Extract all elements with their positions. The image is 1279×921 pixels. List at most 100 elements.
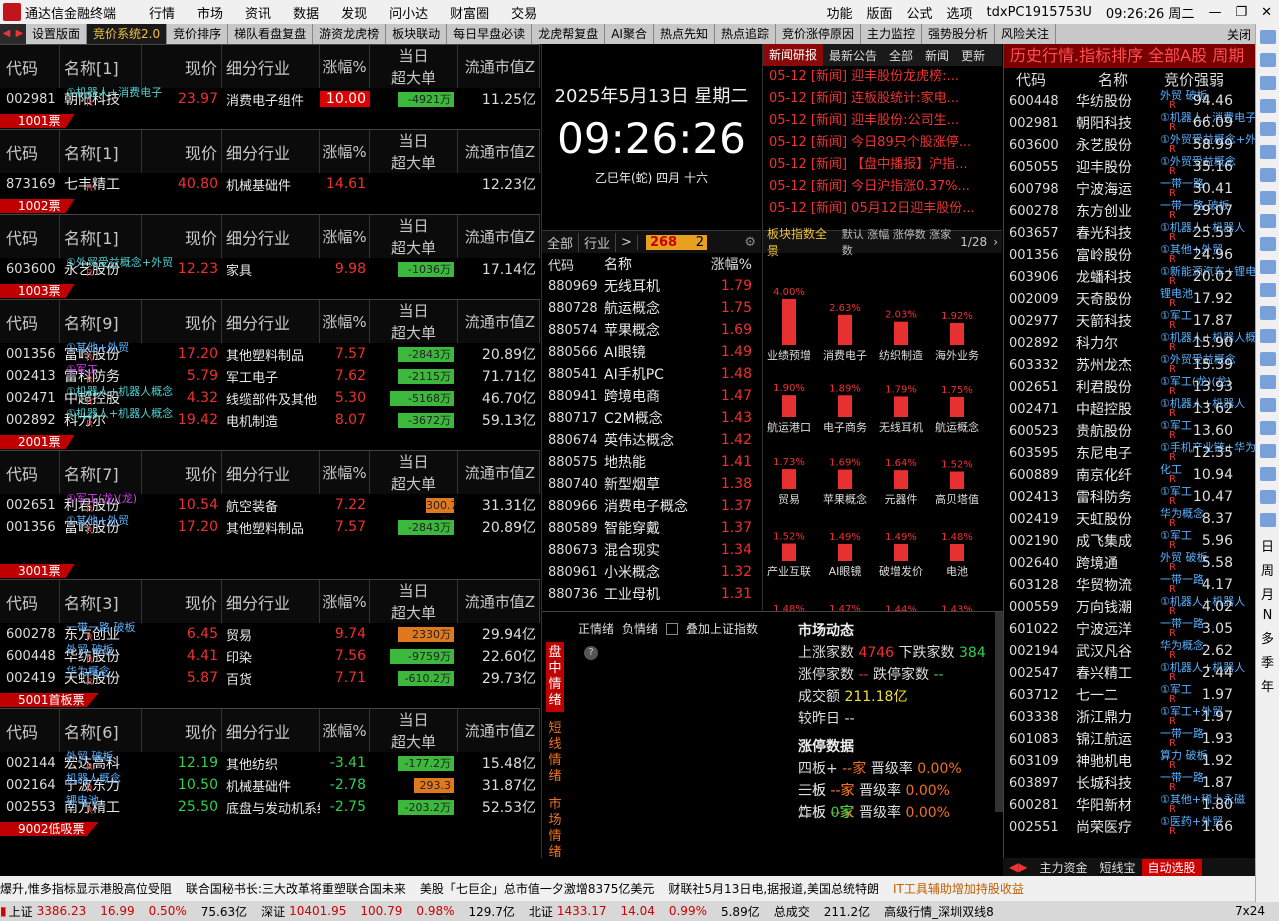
toolbar-tool-icon[interactable]	[1259, 352, 1276, 366]
history-row[interactable]: 002547 春兴精工 ①机器人+机器人 R 2.44	[1004, 661, 1255, 684]
title-right-item[interactable]: 选项	[947, 3, 973, 22]
restore-icon[interactable]: ❐	[1235, 5, 1247, 20]
group-label[interactable]: 9002低吸票	[0, 822, 540, 836]
column-header[interactable]: 当日 超大单	[370, 45, 458, 88]
sector-row[interactable]: 880541 AI手机PC 1.48	[542, 363, 761, 385]
menu-item[interactable]: 交易	[511, 7, 537, 22]
toolbar-tool-icon[interactable]	[1259, 30, 1276, 44]
column-header[interactable]: 细分行业	[222, 215, 320, 258]
column-header[interactable]: 现价	[142, 580, 222, 623]
table-row[interactable]: 603600 永艺股份 ①外贸受益概念+外贸 R 12.23 家具 9.98 -1036万 17…	[0, 256, 540, 280]
column-header[interactable]: 代码	[0, 580, 60, 623]
news-item[interactable]: 05-12 [新闻] 今日沪指涨0.37%...	[763, 176, 1002, 198]
column-header[interactable]: 流通市值Z	[458, 45, 540, 88]
toolbar-tool-icon[interactable]	[1259, 375, 1276, 389]
close-icon[interactable]: ✕	[1261, 5, 1272, 20]
group-label[interactable]: 5001首板票	[0, 693, 540, 707]
sector-row[interactable]: 880728 航运概念 1.75	[542, 297, 761, 319]
period-button[interactable]: N	[1256, 608, 1279, 623]
column-header[interactable]: 流通市值Z	[458, 300, 540, 343]
column-header[interactable]: 细分行业	[222, 130, 320, 173]
news-item[interactable]: 05-12 [新闻] 迎丰股份龙虎榜:...	[763, 66, 1002, 88]
layout-tab[interactable]: 梯队看盘复盘	[228, 24, 314, 44]
toolbar-tool-icon[interactable]	[1259, 122, 1276, 136]
sector-row[interactable]: 880673 混合现实 1.34	[542, 539, 761, 561]
news-item[interactable]: 05-12 [新闻] 迎丰股份:公司生...	[763, 110, 1002, 132]
tab-more[interactable]: >	[616, 234, 638, 250]
column-header[interactable]: 代码	[0, 215, 60, 258]
history-row[interactable]: 603595 东尼电子 ①手机产业链+华为 R 12.35	[1004, 441, 1256, 464]
sector-row[interactable]: 880740 新型烟草 1.38	[542, 473, 761, 495]
layout-tab[interactable]: 游资龙虎榜	[313, 24, 387, 44]
toolbar-tool-icon[interactable]	[1259, 398, 1276, 412]
title-right-item[interactable]: 公式	[907, 3, 933, 22]
column-header[interactable]: 涨幅%	[320, 580, 370, 623]
column-header[interactable]: 代码	[0, 300, 60, 343]
column-header[interactable]: 当日 超大单	[370, 451, 458, 494]
toolbar-tool-icon[interactable]	[1259, 145, 1276, 159]
toolbar-tool-icon[interactable]	[1259, 53, 1276, 67]
column-header[interactable]: 名称[1]	[60, 130, 142, 173]
toolbar-tool-icon[interactable]	[1259, 260, 1276, 274]
layout-tab[interactable]: 竞价涨停原因	[776, 24, 861, 44]
title-right-item[interactable]: tdxPC1915753U	[987, 5, 1092, 20]
period-button[interactable]: 日	[1256, 536, 1279, 555]
layout-tab[interactable]: 强势股分析	[922, 24, 996, 44]
period-button[interactable]: 年	[1256, 676, 1279, 695]
table-row[interactable]: 002419 天虹股份 华为概念 R 5.87 百货 7.71 -610.2万 29.73亿	[0, 665, 540, 689]
col-code[interactable]: 代码	[1004, 69, 1076, 90]
menu-item[interactable]: 问小达	[389, 7, 428, 22]
toolbar-tool-icon[interactable]	[1259, 168, 1276, 182]
column-header[interactable]: 当日 超大单	[370, 300, 458, 343]
sector-bar[interactable]	[782, 469, 796, 489]
column-header[interactable]: 涨幅%	[320, 215, 370, 258]
column-header[interactable]: 代码	[0, 709, 60, 752]
tabs-close-button[interactable]: 关闭	[1227, 26, 1255, 43]
table-row[interactable]: 001356 富岭股份 ①其他+外贸 R 17.20 其他塑料制品 7.57 -2843万 20…	[0, 514, 540, 538]
sector-bar[interactable]	[838, 469, 852, 489]
menu-item[interactable]: 市场	[197, 7, 223, 22]
ticker-item[interactable]: 爆升,惟多指标显示港股高位受阻	[0, 880, 172, 897]
news-item[interactable]: 05-12 [新闻] 05月12日迎丰股份...	[763, 198, 1002, 220]
column-header[interactable]: 现价	[142, 300, 222, 343]
table-row[interactable]: 002981 朝阳科技 ①机器人+消费电子 R 23.97 消费电子组件 10.00 -492…	[0, 86, 540, 110]
period-button[interactable]: 多	[1256, 628, 1279, 647]
layout-tab[interactable]: AI聚合	[605, 24, 654, 44]
toolbar-tool-icon[interactable]	[1259, 421, 1276, 435]
title-right-item[interactable]: 09:26:26 周二	[1106, 3, 1195, 22]
column-header[interactable]: 现价	[142, 709, 222, 752]
menu-item[interactable]: 资讯	[245, 7, 271, 22]
group-label[interactable]: 1002票	[0, 199, 540, 213]
sector-bar[interactable]	[838, 395, 852, 417]
sector-row[interactable]: 880961 小米概念 1.32	[542, 561, 761, 583]
ticker-item[interactable]: 联合国秘书长:三大改革将重塑联合国未来	[186, 880, 406, 897]
sector-row[interactable]: 880566 AI眼镜 1.49	[542, 341, 761, 363]
table-row[interactable]: 002553 南方精工 锂电池 R 25.50 底盘与发动机系统 -2.75 -203.2万 5…	[0, 794, 540, 818]
layout-tab[interactable]: 竞价系统2.0	[87, 24, 168, 44]
toolbar-tool-icon[interactable]	[1259, 99, 1276, 113]
history-row[interactable]: 002190 成飞集成 ①军工 R 5.96	[1004, 529, 1255, 552]
history-row[interactable]: 600889 南京化纤 化工 R 10.94	[1004, 463, 1255, 486]
tab-next-icon[interactable]: ▶	[13, 24, 26, 44]
history-row[interactable]: 603338 浙江鼎力 ①军工+外贸 R 1.97	[1004, 705, 1255, 728]
news-tab[interactable]: 全部	[883, 47, 919, 64]
layout-tab[interactable]: 主力监控	[861, 24, 923, 44]
toolbar-tool-icon[interactable]	[1259, 444, 1276, 458]
layout-tab[interactable]: 每日早盘必读	[447, 24, 533, 44]
status-mode[interactable]: 高级行情_深圳双线8	[884, 903, 994, 920]
help-icon[interactable]: ?	[584, 646, 598, 660]
ticker-item[interactable]: 财联社5月13日电,据报道,美国总统特朗	[668, 880, 879, 897]
history-row[interactable]: 002471 中超控股 ①机器人+机器人 R 13.62	[1004, 397, 1255, 420]
tab-auto-select[interactable]: 自动选股	[1141, 858, 1202, 876]
sector-bar[interactable]	[950, 471, 964, 489]
toolbar-tool-icon[interactable]	[1259, 237, 1276, 251]
history-row[interactable]: 605055 迎丰股份 ①外贸受益概念 R 35.16	[1004, 155, 1255, 178]
column-header[interactable]: 流通市值Z	[458, 451, 540, 494]
tab-main-funds[interactable]: 主力资金	[1033, 859, 1093, 876]
menu-item[interactable]: 数据	[293, 7, 319, 22]
sector-bar[interactable]	[782, 395, 796, 417]
column-header[interactable]: 当日 超大单	[370, 580, 458, 623]
toolbar-tool-icon[interactable]	[1259, 329, 1276, 343]
column-header[interactable]: 流通市值Z	[458, 580, 540, 623]
layout-tab[interactable]: 板块联动	[386, 24, 448, 44]
